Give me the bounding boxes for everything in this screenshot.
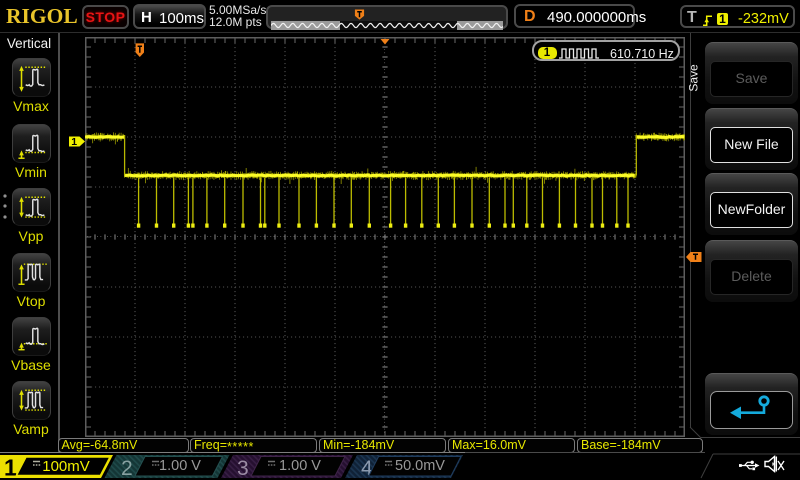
svg-text:100mV: 100mV bbox=[42, 458, 90, 475]
svg-text:2: 2 bbox=[121, 457, 133, 480]
svg-text:1: 1 bbox=[71, 136, 77, 147]
svg-text:1.00 V: 1.00 V bbox=[279, 458, 321, 474]
svg-text:3: 3 bbox=[237, 457, 249, 480]
svg-text:1.00 V: 1.00 V bbox=[159, 458, 201, 474]
svg-text:1: 1 bbox=[4, 455, 17, 480]
svg-text:4: 4 bbox=[361, 457, 373, 480]
svg-text:50.0mV: 50.0mV bbox=[395, 458, 445, 474]
